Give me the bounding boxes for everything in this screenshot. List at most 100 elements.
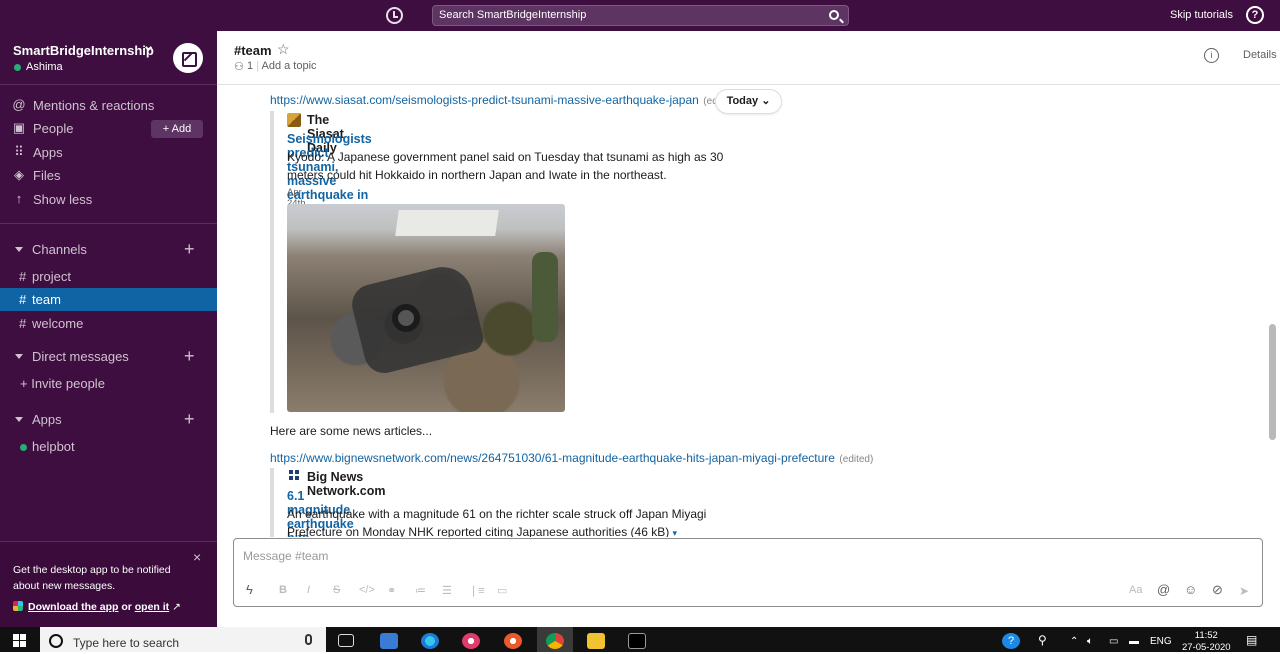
article-description-text: An earthquake with a magnitude 61 on the…	[287, 507, 707, 537]
edge-browser-icon[interactable]	[421, 633, 439, 649]
send-icon[interactable]: ➤	[1239, 584, 1249, 598]
online-status-icon	[20, 444, 27, 451]
bignews-logo-icon	[289, 470, 299, 484]
hash-icon: #	[19, 269, 27, 284]
notifications-icon[interactable]: ▤	[1246, 633, 1257, 647]
caret-down-icon[interactable]: ▾	[673, 528, 678, 537]
star-icon[interactable]: ☆	[277, 41, 290, 58]
system-clock[interactable]: 11:52 27-05-2020	[1182, 630, 1231, 654]
channel-label: project	[32, 269, 72, 284]
help-tray-icon[interactable]: ?	[1002, 633, 1020, 649]
history-icon[interactable]	[386, 7, 403, 24]
message-input[interactable]: Message #team	[243, 549, 328, 563]
invite-people-link[interactable]: + Invite people	[0, 372, 217, 395]
download-app-link[interactable]: Download the app	[28, 601, 118, 613]
sidebar-item-team[interactable]: # team	[0, 288, 217, 311]
sidebar-item-show-less[interactable]: ↑ Show less	[0, 189, 217, 211]
edited-label: (edited)	[839, 454, 874, 465]
sidebar-item-label: People	[33, 121, 74, 136]
language-indicator[interactable]: ENG	[1150, 636, 1172, 647]
link-icon[interactable]: ⚭	[387, 584, 396, 597]
bulleted-list-icon[interactable]: ☰	[442, 584, 452, 597]
channels-section-header[interactable]: Channels +	[0, 239, 217, 261]
sidebar-item-project[interactable]: # project	[0, 265, 217, 288]
caret-down-icon	[15, 417, 23, 422]
sidebar-divider	[0, 223, 217, 224]
message-text: Here are some news articles...	[270, 424, 433, 438]
device-app-icon[interactable]	[380, 633, 398, 649]
close-icon[interactable]: ×	[193, 549, 201, 565]
add-dm-icon[interactable]: +	[184, 346, 195, 367]
ordered-list-icon[interactable]: ≔	[415, 584, 426, 597]
formatting-icon[interactable]: Aa	[1129, 584, 1142, 596]
firefox-icon[interactable]	[504, 633, 522, 649]
chrome-icon[interactable]	[546, 633, 564, 649]
add-channel-icon[interactable]: +	[184, 239, 195, 260]
compose-button[interactable]	[173, 43, 203, 73]
date-divider-pill[interactable]: Today ⌄	[715, 89, 782, 114]
microphone-icon[interactable]	[305, 634, 312, 645]
workspace-name[interactable]: SmartBridgeInternship	[13, 43, 154, 58]
terminal-icon[interactable]	[628, 633, 646, 649]
mention-icon[interactable]: @	[1157, 582, 1170, 597]
shortcuts-icon[interactable]: ϟ	[246, 582, 253, 597]
bold-icon[interactable]: B	[279, 584, 287, 596]
file-explorer-icon[interactable]	[587, 633, 605, 649]
current-user[interactable]: Ashima	[26, 61, 63, 73]
windows-start-icon[interactable]	[13, 634, 26, 647]
scrollbar[interactable]	[1269, 324, 1276, 440]
sidebar-item-mentions[interactable]: @ Mentions & reactions	[0, 95, 217, 117]
member-count[interactable]: 1	[247, 60, 253, 72]
music-app-icon[interactable]	[462, 633, 480, 649]
message-link[interactable]: https://www.bignewsnetwork.com/news/2647…	[270, 451, 835, 465]
clock-date: 27-05-2020	[1182, 642, 1231, 653]
taskbar-search-input[interactable]: Type here to search	[40, 627, 326, 652]
sidebar-item-files[interactable]: ◈ Files	[0, 165, 217, 187]
member-icon: ⚇	[234, 61, 244, 73]
italic-icon[interactable]: I	[307, 584, 310, 596]
blockquote-icon[interactable]: ❘≡	[469, 584, 485, 597]
info-icon[interactable]: i	[1204, 48, 1219, 63]
channel-meta: 1 | Add a topic	[247, 60, 317, 72]
code-icon[interactable]: </>	[359, 584, 375, 596]
add-people-button[interactable]: + Add	[151, 120, 203, 138]
cortana-icon[interactable]	[49, 634, 63, 648]
at-icon: @	[12, 97, 26, 112]
sidebar-divider	[0, 84, 217, 85]
skip-tutorials-link[interactable]: Skip tutorials	[1170, 9, 1233, 21]
message-list[interactable]: https://www.siasat.com/seismologists-pre…	[217, 86, 1270, 537]
article-image[interactable]	[287, 204, 565, 412]
display-icon[interactable]: ▬	[1129, 636, 1139, 647]
search-icon	[829, 10, 839, 20]
help-icon[interactable]: ?	[1246, 6, 1264, 24]
volume-icon[interactable]: 🔈︎	[1087, 636, 1093, 647]
attachment-icon[interactable]: ⊘	[1212, 582, 1223, 598]
sidebar-item-welcome[interactable]: # welcome	[0, 312, 217, 335]
chevron-up-icon[interactable]: ⌃	[1070, 636, 1078, 647]
slack-logo-icon	[13, 601, 23, 611]
siasat-logo-icon	[287, 113, 301, 127]
strikethrough-icon[interactable]: S	[333, 584, 340, 596]
channel-title[interactable]: #team	[234, 43, 272, 58]
message-composer[interactable]: Message #team ϟ B I S </> ⚭ ≔ ☰ ❘≡ ▭ Aa …	[233, 538, 1263, 607]
people-icon: ▣	[12, 120, 26, 135]
emoji-icon[interactable]: ☺	[1184, 582, 1197, 597]
message-link[interactable]: https://www.siasat.com/seismologists-pre…	[270, 93, 699, 107]
sidebar-item-helpbot[interactable]: helpbot	[0, 435, 217, 458]
details-button[interactable]: Details	[1243, 49, 1277, 61]
hash-icon: #	[19, 292, 27, 307]
apps-section-header[interactable]: Apps +	[0, 409, 217, 431]
sidebar-item-apps[interactable]: ⠿ Apps	[0, 142, 217, 164]
add-topic-link[interactable]: Add a topic	[262, 60, 317, 72]
people-icon[interactable]: ⚲	[1038, 633, 1047, 647]
direct-messages-section-header[interactable]: Direct messages +	[0, 346, 217, 368]
search-input[interactable]: Search SmartBridgeInternship	[432, 5, 849, 26]
add-app-icon[interactable]: +	[184, 409, 195, 430]
battery-icon[interactable]: ▭	[1109, 636, 1118, 647]
link-unfurl: The Siasat Daily Seismologists predict t…	[270, 111, 723, 413]
code-block-icon[interactable]: ▭	[497, 584, 507, 597]
channel-header: #team ☆ ⚇ 1 | Add a topic i Details	[217, 31, 1280, 85]
open-it-link[interactable]: open it	[135, 601, 169, 613]
task-view-icon[interactable]	[338, 634, 354, 647]
arrow-up-icon: ↑	[15, 191, 23, 206]
